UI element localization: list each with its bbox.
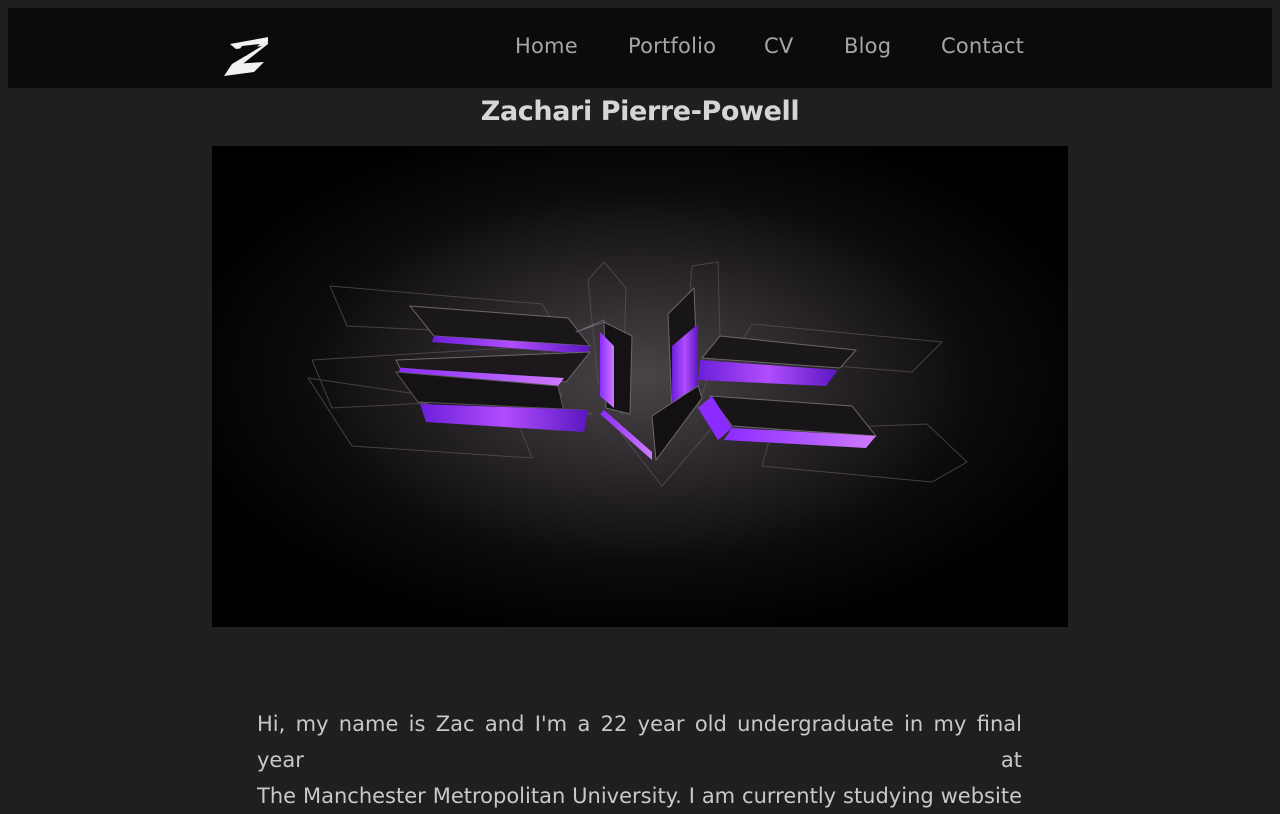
nav-link-portfolio[interactable]: Portfolio	[628, 34, 716, 58]
zpp-3d-logo-banner	[212, 146, 1068, 627]
nav-link-home[interactable]: Home	[515, 34, 578, 58]
page-title: Zachari Pierre-Powell	[480, 96, 800, 127]
nav-link-contact[interactable]: Contact	[941, 34, 1024, 58]
intro-paragraph: Hi, my name is Zac and I'm a 22 year old…	[257, 706, 1022, 814]
navbar: Home Portfolio CV Blog Contact	[8, 8, 1272, 88]
hero-banner-image	[212, 146, 1068, 627]
nav-link-cv[interactable]: CV	[764, 34, 793, 58]
intro-line: Hi, my name is Zac and I'm a 22 year old…	[257, 712, 1022, 772]
intro-line: The Manchester Metropolitan University. …	[257, 784, 1022, 808]
nav-link-blog[interactable]: Blog	[844, 34, 891, 58]
nav-links: Home Portfolio CV Blog Contact	[8, 8, 1272, 88]
